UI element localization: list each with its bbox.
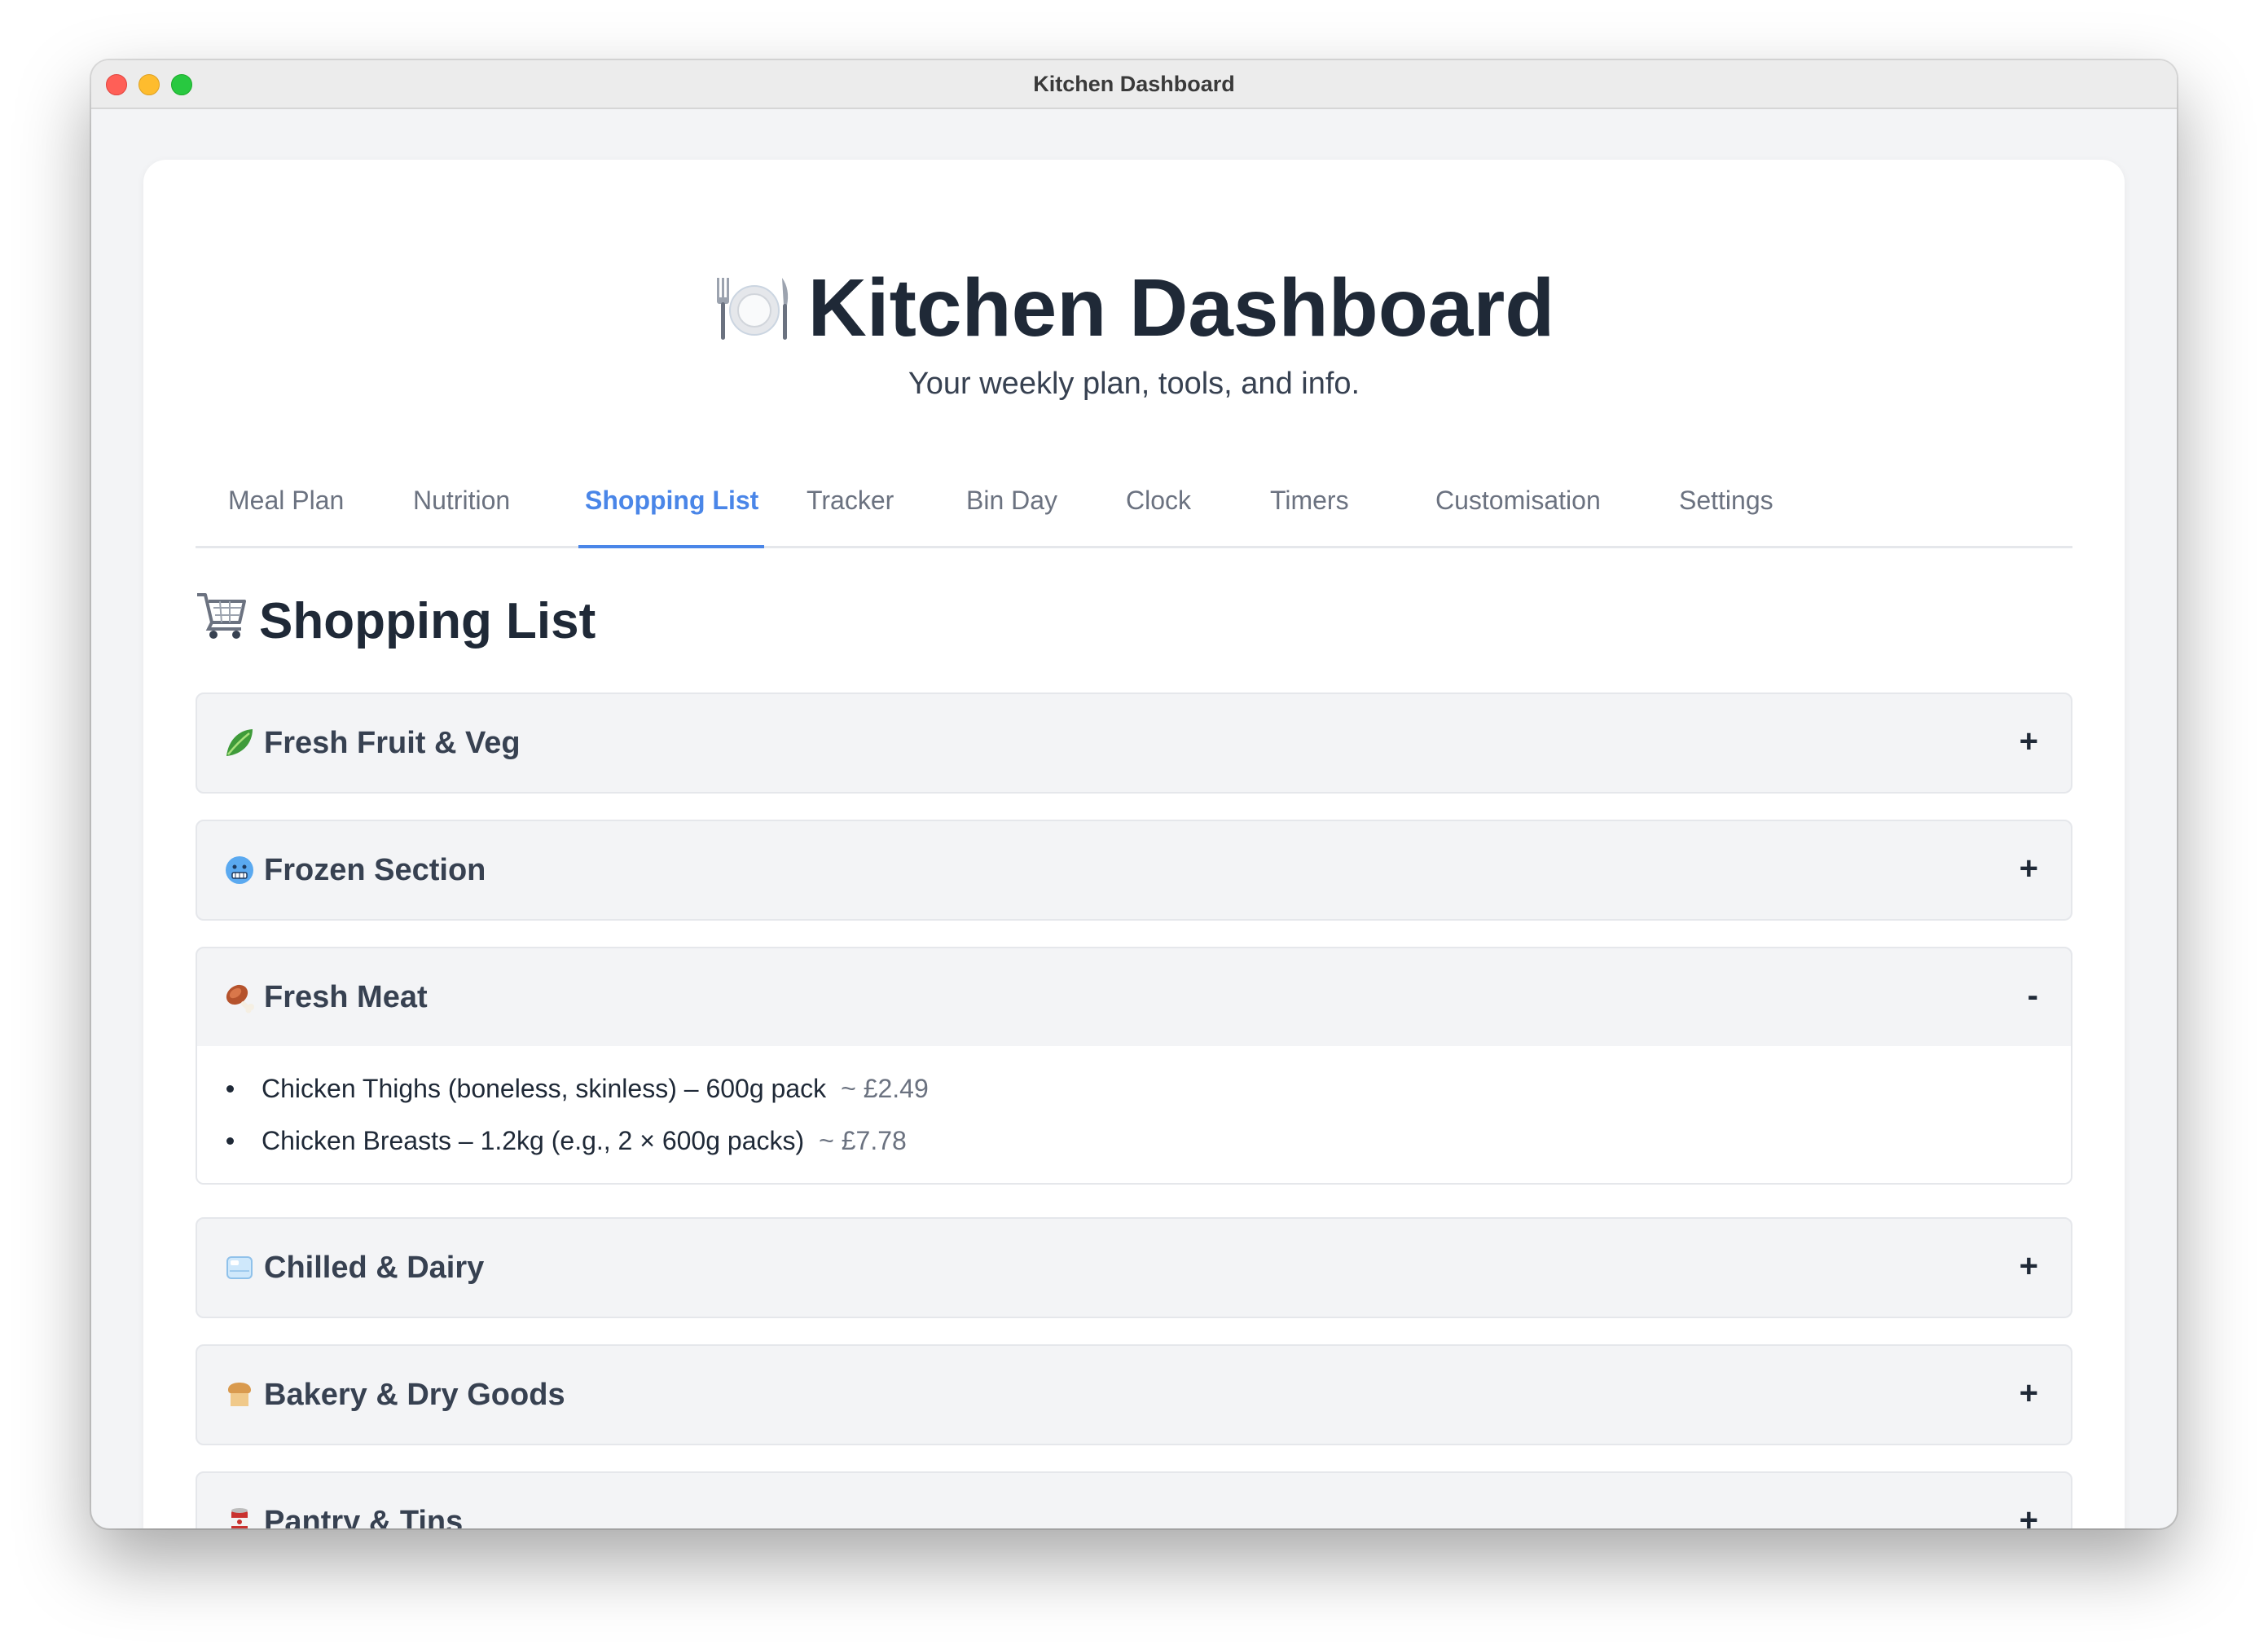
tab-meal-plan[interactable]: Meal Plan <box>228 486 344 516</box>
tab-bin-day[interactable]: Bin Day <box>966 486 1057 516</box>
expand-toggle[interactable]: + <box>2020 1375 2038 1412</box>
category-label: Frozen Section <box>264 852 486 887</box>
category-chilled-dairy: Chilled & Dairy + <box>196 1217 2072 1318</box>
category-label: Fresh Fruit & Veg <box>264 725 521 760</box>
active-tab-indicator <box>578 545 764 548</box>
category-bakery-dry-goods: Bakery & Dry Goods + <box>196 1344 2072 1445</box>
tab-shopping-list[interactable]: Shopping List <box>585 486 758 516</box>
leafy-greens-icon <box>223 727 256 759</box>
section-heading: Shopping List <box>196 590 596 653</box>
category-fresh-meat: Fresh Meat - Chicken Thighs (boneless, s… <box>196 947 2072 1185</box>
section-title: Shopping List <box>259 593 596 649</box>
bread-icon <box>223 1379 256 1411</box>
page-subtitle: Your weekly plan, tools, and info. <box>908 367 1360 401</box>
app-window: Kitchen Dashboard Kitchen Dashboard Your… <box>91 60 2177 1528</box>
window-title: Kitchen Dashboard <box>1033 72 1235 96</box>
tin-can-icon <box>223 1506 256 1528</box>
category-header[interactable]: Pantry & Tins + <box>197 1473 2071 1528</box>
page-title: Kitchen Dashboard <box>807 262 1555 354</box>
expand-toggle[interactable]: + <box>2020 1248 2038 1285</box>
bullet <box>226 1137 234 1145</box>
page-header: Kitchen Dashboard <box>143 267 2125 349</box>
category-label: Pantry & Tins <box>264 1504 464 1529</box>
category-label: Fresh Meat <box>264 979 428 1014</box>
item-price: ~ £2.49 <box>841 1073 929 1103</box>
ice-cube-icon <box>223 1251 256 1284</box>
expand-toggle[interactable]: + <box>2020 851 2038 887</box>
category-label: Bakery & Dry Goods <box>264 1377 565 1412</box>
item-price: ~ £7.78 <box>819 1125 907 1155</box>
list-item: Chicken Breasts – 1.2kg (e.g., 2 × 600g … <box>223 1115 2071 1167</box>
expand-toggle[interactable]: + <box>2020 1502 2038 1528</box>
category-header[interactable]: Bakery & Dry Goods + <box>197 1346 2071 1444</box>
category-frozen-section: Frozen Section + <box>196 820 2072 921</box>
tab-timers[interactable]: Timers <box>1270 486 1349 516</box>
tab-settings[interactable]: Settings <box>1679 486 1774 516</box>
category-header[interactable]: Fresh Meat - <box>197 948 2071 1046</box>
list-item: Chicken Thighs (boneless, skinless) – 60… <box>223 1062 2071 1115</box>
meat-on-bone-icon <box>223 981 256 1014</box>
category-fresh-fruit-veg: Fresh Fruit & Veg + <box>196 693 2072 794</box>
category-header[interactable]: Chilled & Dairy + <box>197 1219 2071 1317</box>
plate-cutlery-icon <box>714 273 792 343</box>
category-header[interactable]: Fresh Fruit & Veg + <box>197 694 2071 792</box>
bullet <box>226 1084 234 1093</box>
item-name: Chicken Thighs (boneless, skinless) – 60… <box>262 1073 827 1103</box>
category-items: Chicken Thighs (boneless, skinless) – 60… <box>197 1046 2071 1183</box>
dashboard-card: Kitchen Dashboard Your weekly plan, tool… <box>143 160 2125 1528</box>
tab-nutrition[interactable]: Nutrition <box>413 486 510 516</box>
tab-clock[interactable]: Clock <box>1126 486 1191 516</box>
category-label: Chilled & Dairy <box>264 1250 485 1285</box>
tab-tracker[interactable]: Tracker <box>807 486 894 516</box>
collapse-toggle[interactable]: - <box>2028 978 2038 1014</box>
item-name: Chicken Breasts – 1.2kg (e.g., 2 × 600g … <box>262 1125 805 1155</box>
expand-toggle[interactable]: + <box>2020 723 2038 760</box>
shopping-cart-icon <box>196 590 248 653</box>
tab-bar: Meal Plan Nutrition Shopping List Tracke… <box>196 463 2072 548</box>
category-header[interactable]: Frozen Section + <box>197 821 2071 919</box>
cold-face-icon <box>223 854 256 886</box>
tab-customisation[interactable]: Customisation <box>1435 486 1601 516</box>
category-pantry-tins: Pantry & Tins + <box>196 1471 2072 1528</box>
title-bar: Kitchen Dashboard <box>91 60 2177 109</box>
